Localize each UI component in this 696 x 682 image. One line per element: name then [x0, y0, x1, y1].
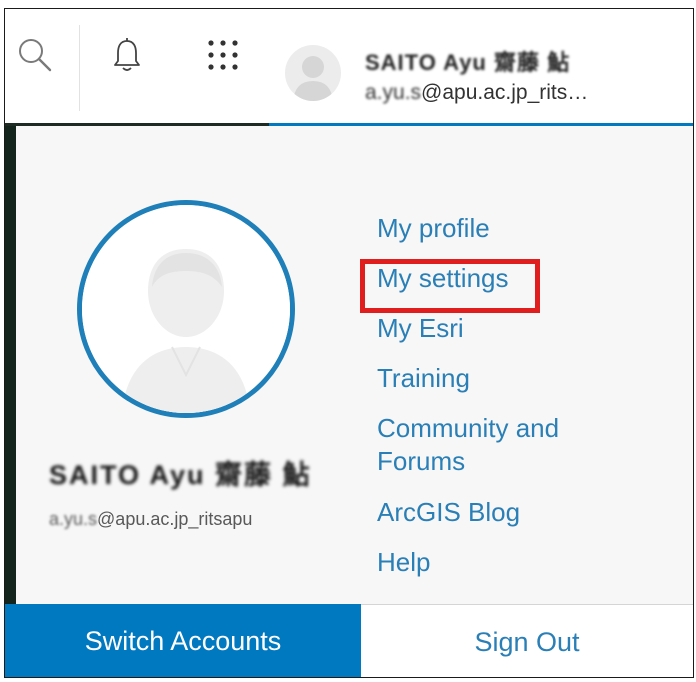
header-user-menu[interactable]: SAITO Ayu 齋藤 鮎 a.yu.s@apu.ac.jp_rits…: [283, 39, 693, 109]
header-divider: [79, 25, 80, 111]
switch-accounts-button[interactable]: Switch Accounts: [5, 604, 361, 677]
notifications-button[interactable]: [103, 33, 151, 81]
search-icon: [15, 35, 55, 80]
background-edge: [5, 126, 16, 604]
account-dropdown-window: SAITO Ayu 齋藤 鮎 a.yu.s@apu.ac.jp_rits… SA…: [4, 8, 694, 678]
account-footer: Switch Accounts Sign Out: [5, 604, 693, 677]
profile-email-suffix: @apu.ac.jp_ritsapu: [97, 509, 253, 529]
menu-item-help[interactable]: Help: [377, 546, 430, 579]
header-avatar: [285, 45, 341, 101]
profile-avatar[interactable]: [77, 200, 295, 418]
profile-user-email: a.yu.s@apu.ac.jp_ritsapu: [49, 509, 252, 530]
settings-highlight-box: [360, 259, 540, 313]
search-button[interactable]: [11, 33, 59, 81]
menu-item-training[interactable]: Training: [377, 362, 470, 395]
app-launcher-grid-icon: [203, 35, 243, 80]
bell-icon: [107, 35, 147, 80]
header-email-prefix: a.yu.s: [365, 81, 422, 104]
menu-item-arcgis-blog[interactable]: ArcGIS Blog: [377, 496, 520, 529]
user-silhouette-icon: [82, 205, 290, 413]
menu-item-my-esri[interactable]: My Esri: [377, 312, 464, 345]
header-email-suffix: @apu.ac.jp_rits…: [421, 81, 589, 104]
header-user-email: a.yu.s@apu.ac.jp_rits…: [365, 81, 588, 105]
header-user-name: SAITO Ayu 齋藤 鮎: [365, 50, 571, 75]
top-header: SAITO Ayu 齋藤 鮎 a.yu.s@apu.ac.jp_rits…: [5, 9, 693, 125]
menu-item-community-forums-line2[interactable]: Forums: [377, 445, 465, 478]
sign-out-button[interactable]: Sign Out: [361, 604, 693, 677]
menu-item-community-forums-line1[interactable]: Community and: [377, 412, 559, 445]
user-placeholder-icon: [293, 56, 333, 101]
profile-email-prefix: a.yu.s: [49, 509, 98, 529]
profile-user-name: SAITO Ayu 齋藤 鮎: [49, 460, 312, 490]
menu-item-my-profile[interactable]: My profile: [377, 212, 490, 245]
app-launcher-button[interactable]: [199, 33, 247, 81]
